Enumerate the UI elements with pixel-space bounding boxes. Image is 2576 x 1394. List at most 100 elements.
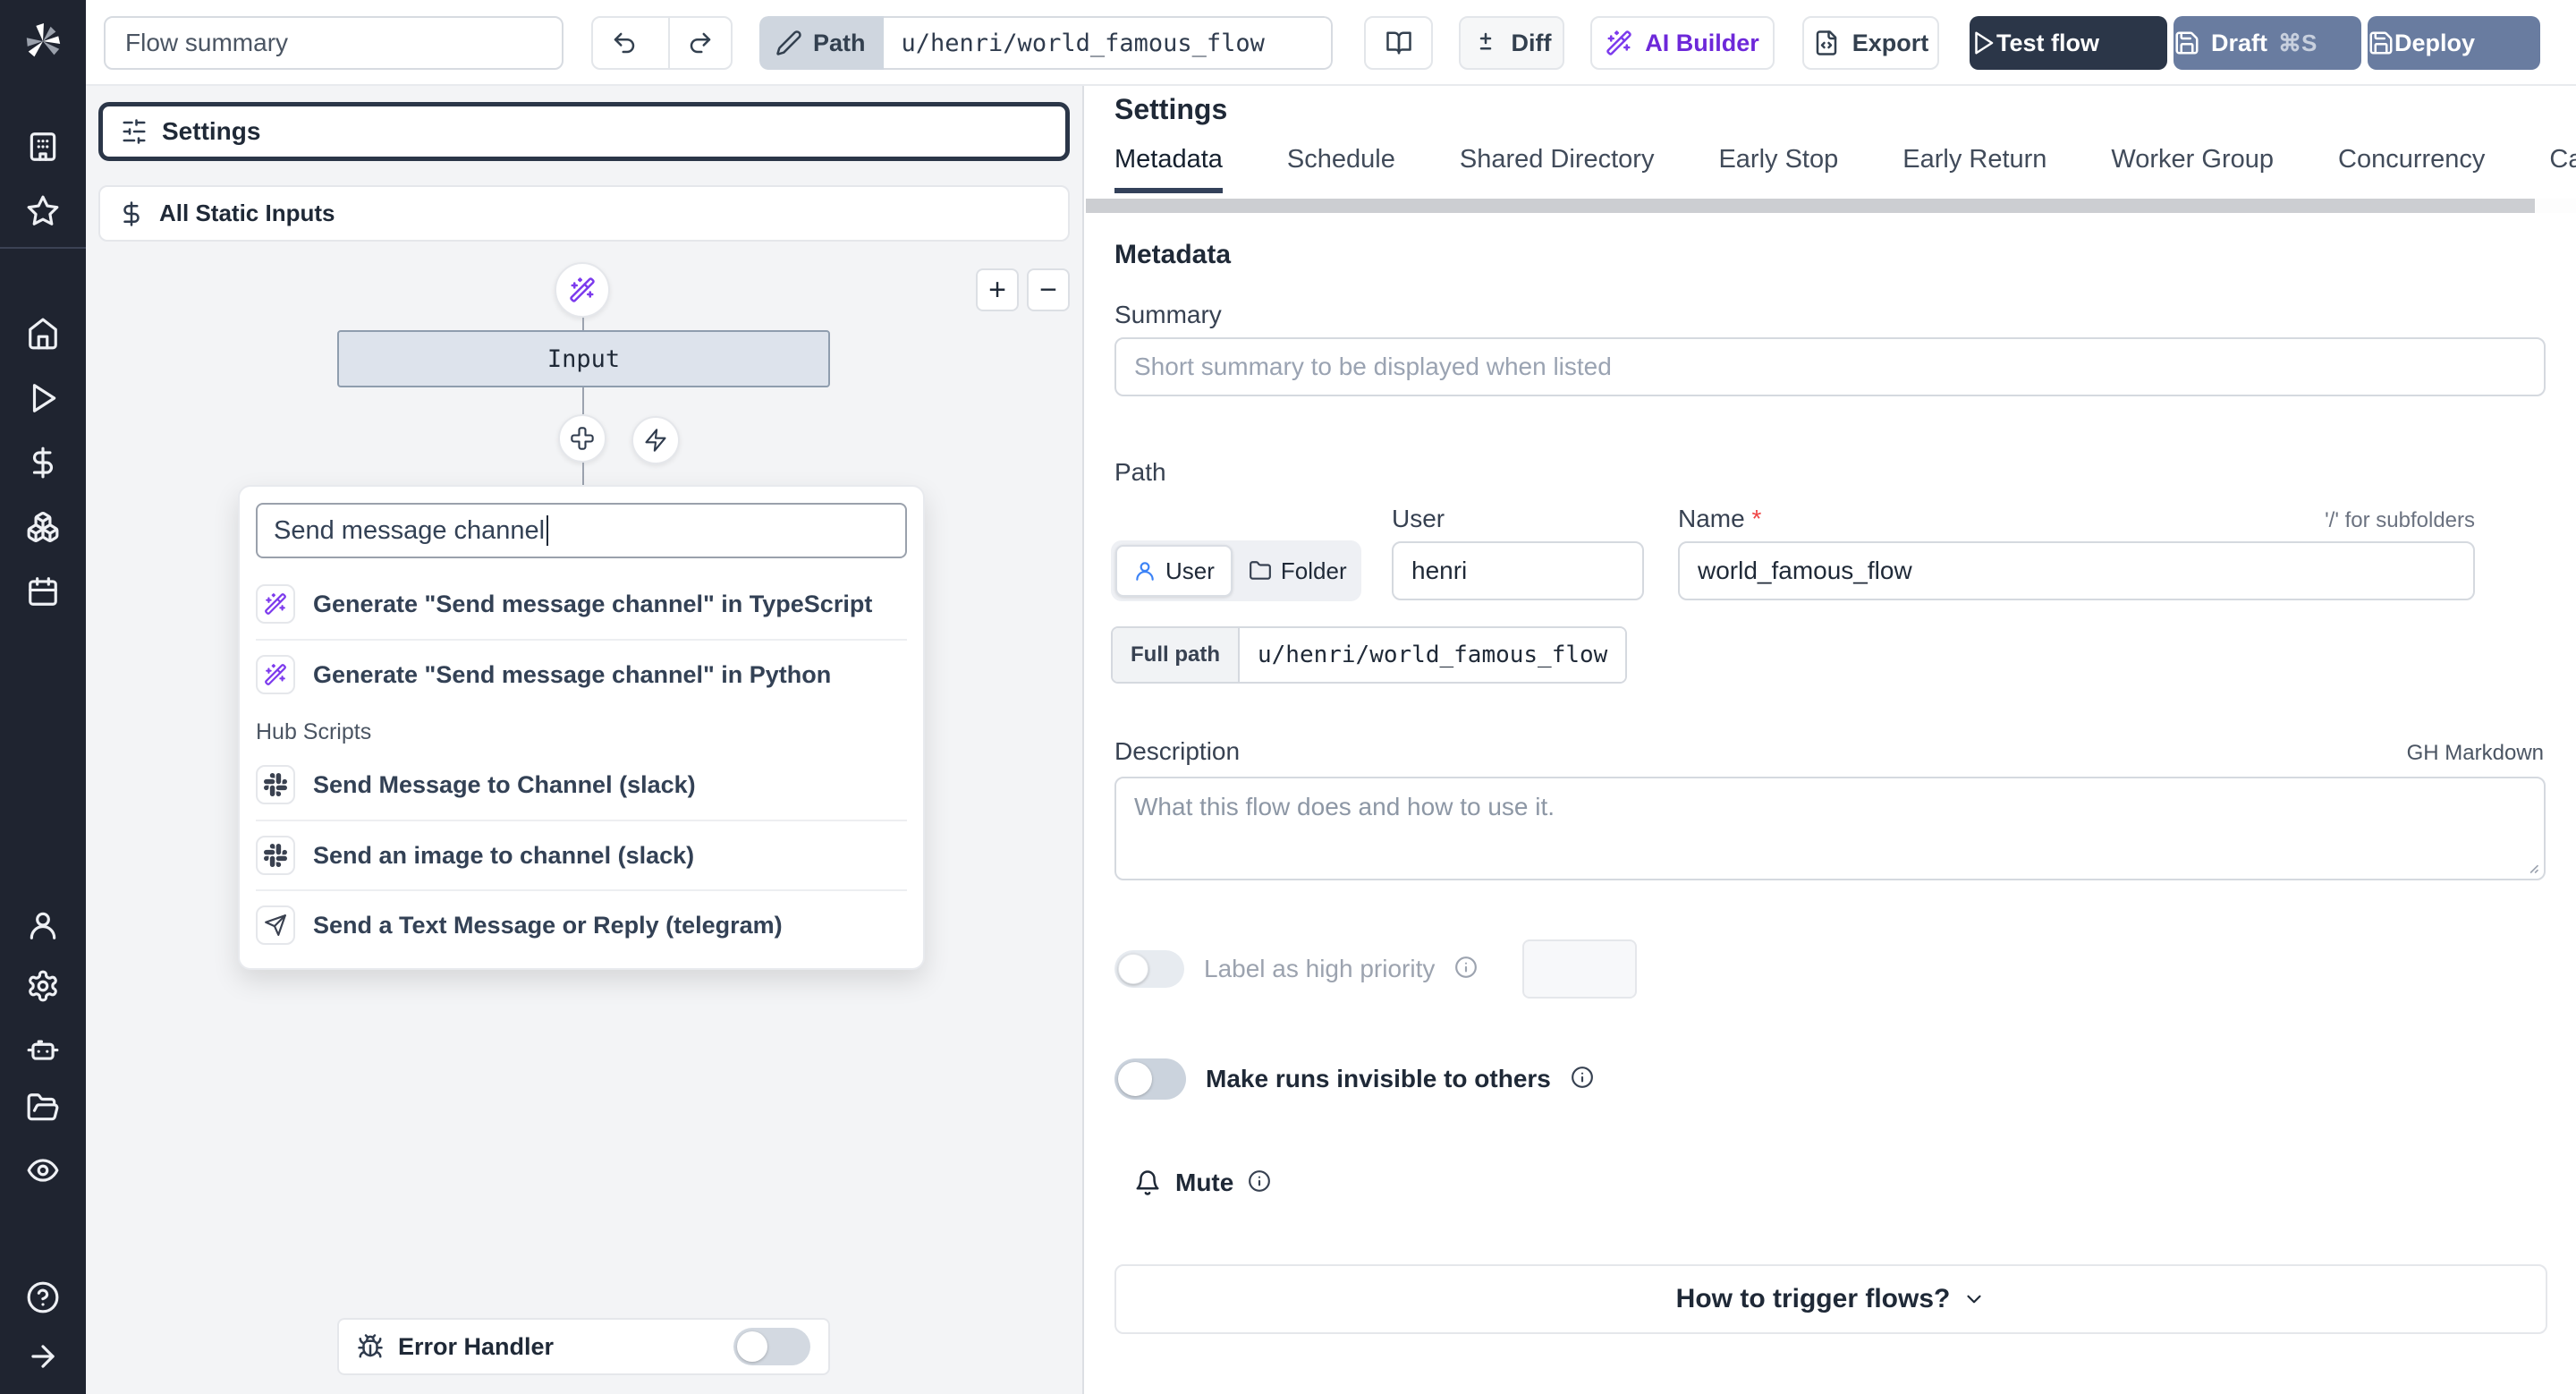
- error-handler-toggle[interactable]: [733, 1328, 810, 1365]
- undo-button[interactable]: [593, 18, 656, 68]
- connector-line: [582, 318, 584, 330]
- add-step-button[interactable]: [558, 414, 606, 463]
- resize-grip-icon[interactable]: [2522, 857, 2540, 875]
- draft-button[interactable]: Draft ⌘S: [2174, 16, 2361, 70]
- user-input[interactable]: [1392, 541, 1644, 600]
- variables-icon[interactable]: [0, 443, 86, 482]
- hub-script-label: Send an image to channel (slack): [313, 841, 695, 869]
- wand-sparkles-icon: [570, 277, 595, 302]
- error-handler-card[interactable]: Error Handler: [337, 1318, 830, 1375]
- generate-typescript-item[interactable]: Generate "Send message channel" in TypeS…: [256, 569, 907, 639]
- tab-early-return[interactable]: Early Return: [1902, 138, 2046, 195]
- markdown-hint: GH Markdown: [2406, 741, 2544, 765]
- ai-flow-builder-node[interactable]: [555, 262, 610, 318]
- play-icon: [1975, 31, 1994, 55]
- hub-scripts-section-label: Hub Scripts: [256, 718, 372, 744]
- info-icon[interactable]: [1248, 1169, 1271, 1197]
- windmill-logo[interactable]: [0, 16, 86, 70]
- description-label: Description: [1114, 737, 1241, 765]
- hub-script-item[interactable]: Send a Text Message or Reply (telegram): [256, 889, 907, 959]
- info-icon[interactable]: [1571, 1066, 1594, 1093]
- diff-icon: [1479, 32, 1491, 50]
- owner-user-option[interactable]: User: [1115, 545, 1233, 597]
- how-to-trigger-flows-expander[interactable]: How to trigger flows?: [1114, 1264, 2547, 1334]
- input-node[interactable]: Input: [337, 330, 830, 387]
- owner-kind-toggle: User Folder: [1111, 540, 1361, 601]
- path-button[interactable]: Path u/henri/world_famous_flow: [759, 16, 1333, 70]
- sliders-icon: [123, 119, 146, 144]
- folders-icon[interactable]: [0, 1088, 86, 1127]
- full-path-value[interactable]: u/henri/world_famous_flow: [1239, 628, 1626, 682]
- path-value[interactable]: u/henri/world_famous_flow: [883, 16, 1333, 70]
- generate-python-item[interactable]: Generate "Send message channel" in Pytho…: [256, 639, 907, 709]
- ai-builder-button[interactable]: AI Builder: [1590, 16, 1775, 70]
- flow-summary-input[interactable]: [104, 16, 564, 70]
- flow-settings-card[interactable]: Settings: [98, 102, 1070, 161]
- wand-sparkles-icon: [1606, 30, 1631, 55]
- tab-concurrency[interactable]: Concurrency: [2338, 138, 2485, 195]
- draft-label: Draft: [2211, 29, 2268, 56]
- summary-input[interactable]: [1114, 337, 2546, 396]
- help-icon[interactable]: [0, 1278, 86, 1317]
- settings-gear-icon[interactable]: [0, 966, 86, 1006]
- tab-cache[interactable]: Cache: [2549, 138, 2576, 195]
- deploy-label: Deploy: [2394, 29, 2476, 56]
- step-search-input[interactable]: Send message channel: [256, 503, 907, 558]
- flow-editor-panel: Settings All Static Inputs Input + − Sen…: [86, 86, 1084, 1394]
- summary-label: Summary: [1114, 301, 1222, 328]
- folder-icon: [1249, 561, 1271, 580]
- tabs-scrollbar-thumb[interactable]: [1086, 199, 2535, 213]
- test-flow-button[interactable]: Test flow: [1970, 16, 2167, 70]
- name-input[interactable]: [1678, 541, 2475, 600]
- error-handler-label: Error Handler: [398, 1332, 555, 1360]
- ai-builder-label: AI Builder: [1645, 29, 1759, 56]
- tab-worker-group[interactable]: Worker Group: [2111, 138, 2274, 195]
- home-icon[interactable]: [0, 314, 86, 353]
- schedules-calendar-icon[interactable]: [0, 572, 86, 611]
- tab-schedule[interactable]: Schedule: [1287, 138, 1395, 195]
- docs-button[interactable]: [1364, 16, 1433, 70]
- invisible-runs-toggle[interactable]: [1114, 1058, 1186, 1100]
- high-priority-toggle[interactable]: [1114, 950, 1184, 988]
- flow-settings-label: Settings: [162, 117, 261, 145]
- audit-eye-icon[interactable]: [0, 1151, 86, 1190]
- add-trigger-button[interactable]: [631, 416, 680, 464]
- connector-line: [582, 387, 584, 414]
- runs-icon[interactable]: [0, 378, 86, 418]
- tab-early-stop[interactable]: Early Stop: [1718, 138, 1838, 195]
- redo-icon: [690, 32, 711, 54]
- favorites-star-icon[interactable]: [0, 191, 86, 231]
- required-asterisk: *: [1751, 505, 1762, 532]
- tab-metadata[interactable]: Metadata: [1114, 138, 1223, 195]
- path-label: Path: [813, 29, 866, 56]
- sidebar-divider: [0, 247, 86, 249]
- deploy-button[interactable]: Deploy: [2368, 16, 2540, 70]
- owner-folder-option[interactable]: Folder: [1233, 545, 1363, 597]
- windmill-logo-icon: [26, 22, 61, 57]
- user-icon[interactable]: [0, 905, 86, 945]
- priority-value-input[interactable]: [1522, 939, 1638, 999]
- info-icon[interactable]: [1454, 956, 1478, 983]
- save-icon: [2369, 31, 2393, 55]
- hub-script-item[interactable]: Send Message to Channel (slack): [256, 750, 907, 820]
- export-button[interactable]: Export: [1802, 16, 1939, 70]
- expand-sidebar-arrow-icon[interactable]: [0, 1337, 86, 1376]
- description-textarea[interactable]: [1114, 777, 2546, 880]
- tab-shared-directory[interactable]: Shared Directory: [1460, 138, 1655, 195]
- hub-script-item[interactable]: Send an image to channel (slack): [256, 820, 907, 889]
- diff-button[interactable]: Diff: [1459, 16, 1564, 70]
- workers-bot-icon[interactable]: [0, 1029, 86, 1068]
- full-path-label: Full path: [1113, 628, 1240, 682]
- settings-title: Settings: [1114, 93, 1228, 125]
- export-label: Export: [1852, 29, 1929, 56]
- redo-button[interactable]: [667, 18, 731, 68]
- chevron-down-icon: [1967, 1295, 1981, 1304]
- zoom-in-button[interactable]: +: [976, 268, 1019, 311]
- static-inputs-card[interactable]: All Static Inputs: [98, 185, 1070, 242]
- generate-python-label: Generate "Send message channel" in Pytho…: [313, 660, 832, 688]
- zoom-out-button[interactable]: −: [1027, 268, 1070, 311]
- input-node-label: Input: [547, 344, 621, 373]
- workspace-icon[interactable]: [0, 127, 86, 166]
- resources-boxes-icon[interactable]: [0, 507, 86, 547]
- tabs-scrollbar[interactable]: [1086, 199, 2576, 213]
